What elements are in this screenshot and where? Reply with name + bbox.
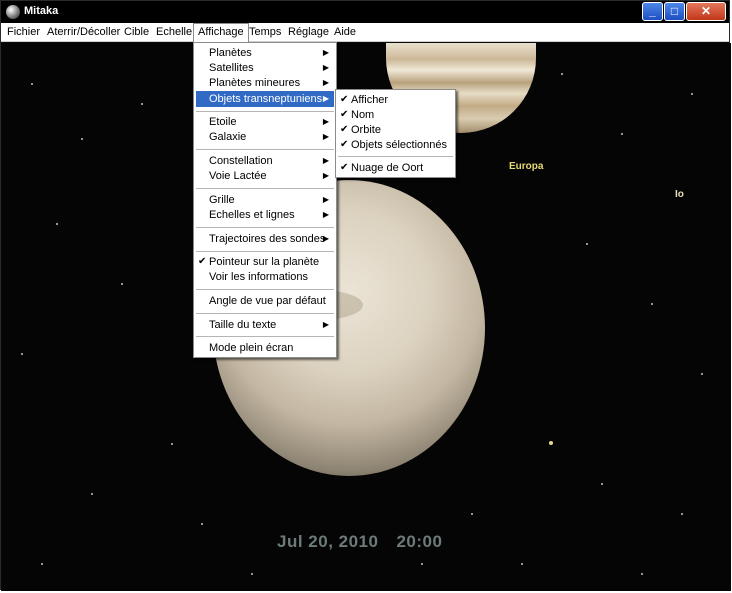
date-time-display: Jul 20, 2010 20:00 <box>277 532 442 552</box>
menu-affichage[interactable]: Affichage <box>193 23 249 42</box>
check-icon: ✔ <box>340 94 349 105</box>
menu-fichier[interactable]: Fichier <box>7 23 40 42</box>
menu-item-angle-de-vue[interactable]: Angle de vue par défaut <box>196 293 334 309</box>
menu-separator <box>196 227 334 229</box>
menu-separator <box>196 289 334 291</box>
menu-cible[interactable]: Cible <box>124 23 149 42</box>
submenu-item-orbite[interactable]: ✔ Orbite <box>338 122 453 138</box>
submenu-arrow-icon: ▶ <box>322 78 329 87</box>
menu-separator <box>196 251 334 253</box>
menu-separator <box>338 156 453 158</box>
affichage-menu: Planètes ▶ Satellites ▶ Planètes mineures ▶… <box>193 42 337 358</box>
menu-separator <box>196 336 334 338</box>
submenu-arrow-icon: ▶ <box>322 320 329 329</box>
submenu-arrow-icon: ▶ <box>322 117 329 126</box>
title-bar[interactable]: Mitaka _ □ ✕ <box>1 1 729 23</box>
menu-item-mode-plein-ecran[interactable]: Mode plein écran <box>196 340 334 356</box>
submenu-item-afficher[interactable]: ✔ Afficher <box>338 92 453 108</box>
check-icon: ✔ <box>198 256 207 267</box>
menu-item-etoile[interactable]: Etoile ▶ <box>196 114 334 130</box>
menu-item-pointeur-sur-la-planete[interactable]: ✔ Pointeur sur la planète <box>196 254 334 270</box>
menu-item-planetes[interactable]: Planètes ▶ <box>196 45 334 61</box>
maximize-button[interactable]: □ <box>664 2 685 21</box>
check-icon: ✔ <box>340 109 349 120</box>
menu-aterrir-decoller[interactable]: Aterrir/Décoller <box>47 23 120 42</box>
menu-separator <box>196 313 334 315</box>
submenu-item-objets-selectionnes[interactable]: ✔ Objets sélectionnés <box>338 137 453 153</box>
menu-aide[interactable]: Aide <box>334 23 356 42</box>
submenu-arrow-icon: ▶ <box>322 63 329 72</box>
submenu-arrow-icon: ▶ <box>322 234 329 243</box>
minimize-button[interactable]: _ <box>642 2 663 21</box>
submenu-item-nom[interactable]: ✔ Nom <box>338 107 453 123</box>
menu-item-voir-les-informations[interactable]: Voir les informations <box>196 269 334 285</box>
mitaka-window: Mitaka _ □ ✕ Fichier Aterrir/Décoller Ci… <box>0 0 731 591</box>
check-icon: ✔ <box>340 139 349 150</box>
menu-separator <box>196 149 334 151</box>
check-icon: ✔ <box>340 162 349 173</box>
io-label[interactable]: Io <box>675 189 684 200</box>
menu-separator <box>196 111 334 113</box>
submenu-arrow-icon: ▶ <box>322 195 329 204</box>
submenu-item-nuage-de-oort[interactable]: ✔ Nuage de Oort <box>338 160 453 176</box>
menu-item-constellation[interactable]: Constellation ▶ <box>196 153 334 169</box>
app-icon <box>6 5 20 19</box>
date-text: Jul 20, 2010 <box>277 532 379 551</box>
submenu-arrow-icon: ▶ <box>322 94 329 103</box>
menu-item-taille-du-texte[interactable]: Taille du texte ▶ <box>196 317 334 333</box>
submenu-arrow-icon: ▶ <box>322 156 329 165</box>
menu-reglage[interactable]: Réglage <box>288 23 329 42</box>
menu-item-grille[interactable]: Grille ▶ <box>196 192 334 208</box>
objets-transneptuniens-submenu: ✔ Afficher ✔ Nom ✔ Orbite ✔ Objets sélection… <box>335 89 456 178</box>
menu-temps[interactable]: Temps <box>249 23 281 42</box>
submenu-arrow-icon: ▶ <box>322 171 329 180</box>
check-icon: ✔ <box>340 124 349 135</box>
close-button[interactable]: ✕ <box>686 2 726 21</box>
time-text: 20:00 <box>396 532 443 551</box>
menu-echelle[interactable]: Echelle <box>156 23 192 42</box>
submenu-arrow-icon: ▶ <box>322 48 329 57</box>
submenu-arrow-icon: ▶ <box>322 210 329 219</box>
submenu-arrow-icon: ▶ <box>322 132 329 141</box>
menu-item-objets-transneptuniens[interactable]: Objets transneptuniens ▶ <box>196 91 334 107</box>
europa-label[interactable]: Europa <box>509 161 543 172</box>
menu-item-planetes-mineures[interactable]: Planètes mineures ▶ <box>196 75 334 91</box>
menu-item-trajectoires-des-sondes[interactable]: Trajectoires des sondes ▶ <box>196 231 334 247</box>
menu-item-voie-lactee[interactable]: Voie Lactée ▶ <box>196 168 334 184</box>
menu-item-echelles-et-lignes[interactable]: Echelles et lignes ▶ <box>196 207 334 223</box>
menu-item-satellites[interactable]: Satellites ▶ <box>196 60 334 76</box>
menu-bar: Fichier Aterrir/Décoller Cible Echelle A… <box>1 23 729 42</box>
menu-item-galaxie[interactable]: Galaxie ▶ <box>196 129 334 145</box>
menu-separator <box>196 188 334 190</box>
window-title: Mitaka <box>24 5 59 17</box>
